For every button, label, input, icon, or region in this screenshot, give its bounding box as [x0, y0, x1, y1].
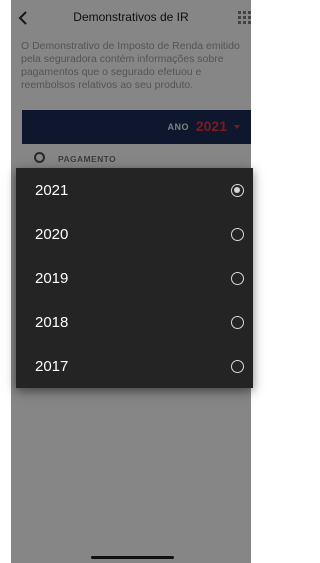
home-indicator [91, 556, 174, 559]
year-option-label: 2020 [35, 226, 69, 243]
year-option-2017[interactable]: 2017 [16, 344, 253, 388]
year-option-2019[interactable]: 2019 [16, 256, 253, 300]
year-option-2021[interactable]: 2021 [16, 168, 253, 212]
year-option-label: 2021 [35, 182, 69, 199]
radio-unselected-icon [231, 360, 244, 373]
radio-selected-icon [231, 184, 244, 197]
radio-unselected-icon [231, 272, 244, 285]
year-option-label: 2017 [35, 358, 69, 375]
year-option-2020[interactable]: 2020 [16, 212, 253, 256]
year-option-label: 2019 [35, 270, 69, 287]
year-option-2018[interactable]: 2018 [16, 300, 253, 344]
year-option-label: 2018 [35, 314, 69, 331]
year-dropdown-menu: 2021 2020 2019 2018 2017 [16, 168, 253, 388]
radio-unselected-icon [231, 316, 244, 329]
radio-unselected-icon [231, 228, 244, 241]
